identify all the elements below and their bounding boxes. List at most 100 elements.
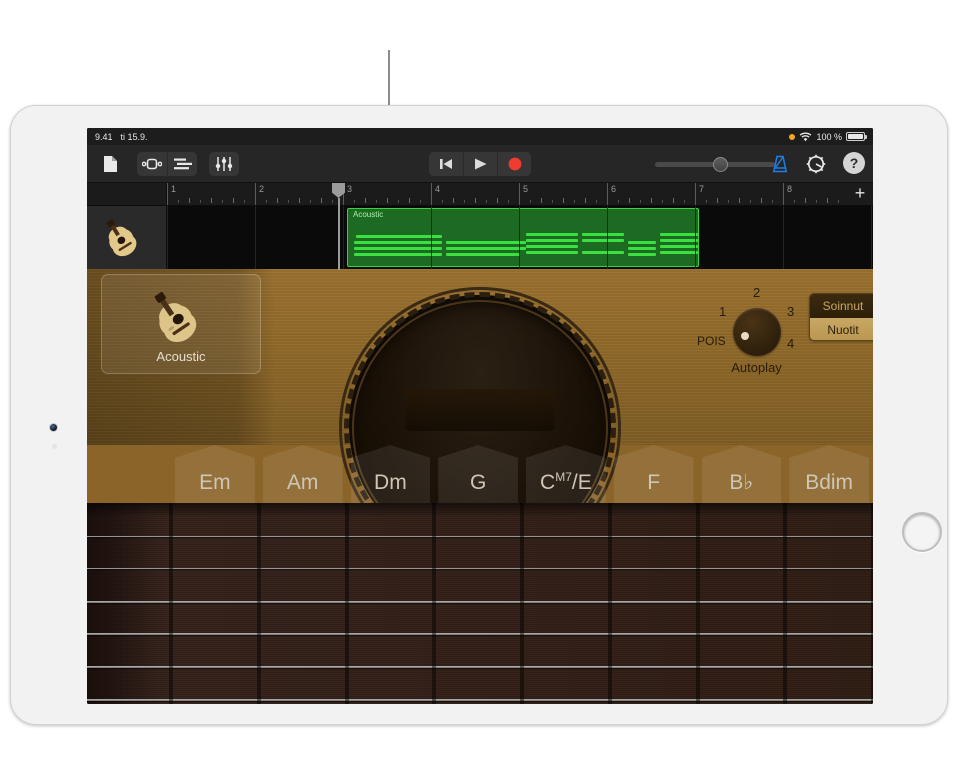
track-grid-line [255,206,256,269]
loop-browser-icon[interactable] [137,152,167,176]
notes-mode-button[interactable]: Nuotit [810,318,873,341]
ruler-bar-number: 3 [347,184,352,194]
ruler-subtick [684,200,685,203]
chord-label: CM7/E [540,470,592,495]
ruler-bar-number: 8 [787,184,792,194]
status-date: ti 15.9. [121,132,148,142]
track-header-acoustic[interactable] [87,206,167,269]
ruler-subtick [750,200,751,203]
timeline-ruler[interactable]: 12345678 + [87,183,873,206]
main-toolbar: ? [87,145,873,183]
chord-button[interactable]: Em [171,445,259,503]
midi-note [354,241,442,244]
autoplay-position-1[interactable]: 1 [719,304,726,319]
ipad-device-frame: 9.41 ti 15.9. 100 % [10,105,948,725]
master-volume-slider[interactable] [655,162,775,167]
playhead-line [338,198,340,270]
guitar-string[interactable] [87,633,873,635]
guitar-string[interactable] [87,601,873,603]
chord-button[interactable]: B♭ [698,445,786,503]
chord-button[interactable]: G [434,445,522,503]
playhead-flag[interactable] [332,183,345,198]
instrument-selector-tile[interactable]: Acoustic [101,274,261,374]
midi-note [660,245,698,248]
track-grid-line [343,206,344,269]
chord-button[interactable]: Dm [347,445,435,503]
midi-note [582,239,624,242]
ruler-tick [717,198,718,203]
ruler-subtick [772,200,773,203]
ruler-bar-number: 7 [699,184,704,194]
acoustic-guitar-icon [100,216,154,260]
guitar-string[interactable] [87,568,873,569]
midi-region-acoustic[interactable]: Acoustic [347,208,699,267]
midi-note [354,247,442,250]
ruler-subtick [222,200,223,203]
region-title: Acoustic [353,210,383,219]
ruler-subtick [244,200,245,203]
ruler-subtick [398,200,399,203]
ruler-tick [673,198,674,203]
track-lanes[interactable]: Acoustic [167,206,873,269]
midi-note [660,251,698,254]
ruler-bars[interactable]: 12345678 [167,183,849,205]
chord-label: B♭ [729,470,753,495]
play-button[interactable] [463,152,497,176]
rewind-button[interactable] [429,152,463,176]
midi-note [356,235,442,238]
master-volume-knob[interactable] [713,157,728,172]
midi-note [582,233,624,236]
gear-icon[interactable] [801,152,831,176]
ruler-tick [277,198,278,203]
toolbar-left-group [95,152,239,176]
playhead[interactable] [332,183,345,198]
ruler-tick [409,198,410,203]
home-button[interactable] [902,512,942,552]
chord-button[interactable]: F [610,445,698,503]
track-grid-line [695,206,696,269]
guitar-string[interactable] [87,699,873,701]
chord-quality-superscript: M7 [555,470,572,484]
metronome-icon[interactable] [765,152,795,176]
chord-button[interactable]: CM7/E [522,445,610,503]
midi-note [526,233,578,236]
settings-button[interactable] [801,152,831,176]
autoplay-position-2[interactable]: 2 [753,285,760,300]
track-view-icon[interactable] [167,152,197,176]
fretboard-divider [608,503,612,704]
record-button[interactable] [497,152,531,176]
autoplay-off-label[interactable]: POIS [697,334,726,348]
chords-mode-button[interactable]: Soinnut [810,294,873,318]
ruler-tick [387,198,388,203]
fretboard-divider [871,503,873,704]
chord-label: G [470,471,486,495]
mixer-icon[interactable] [209,152,239,176]
guitar-fretboard[interactable] [87,503,873,704]
ruler-tick [651,198,652,203]
add-track-button[interactable]: + [851,185,869,203]
midi-note [526,239,578,242]
autoplay-knob[interactable] [733,308,781,356]
ruler-subtick [706,200,707,203]
metronome-button[interactable] [765,152,795,176]
ruler-subtick [310,200,311,203]
midi-note [446,241,526,244]
document-icon[interactable] [95,152,125,176]
autoplay-position-4[interactable]: 4 [787,336,794,351]
chord-button[interactable]: Bdim [785,445,873,503]
chord-button[interactable]: Am [259,445,347,503]
autoplay-position-3[interactable]: 3 [787,304,794,319]
midi-note [628,241,656,244]
track-grid-line [167,206,168,269]
ruler-tick [761,198,762,203]
guitar-string[interactable] [87,666,873,668]
ruler-subtick [266,200,267,203]
help-button[interactable]: ? [843,152,865,174]
ruler-subtick [838,200,839,203]
autoplay-control[interactable]: POIS 1 2 3 4 Autoplay [699,284,814,384]
front-camera [49,423,58,432]
chord-label: Am [287,471,319,495]
wifi-icon [799,132,812,142]
guitar-string[interactable] [87,536,873,537]
help-icon[interactable]: ? [843,152,865,174]
